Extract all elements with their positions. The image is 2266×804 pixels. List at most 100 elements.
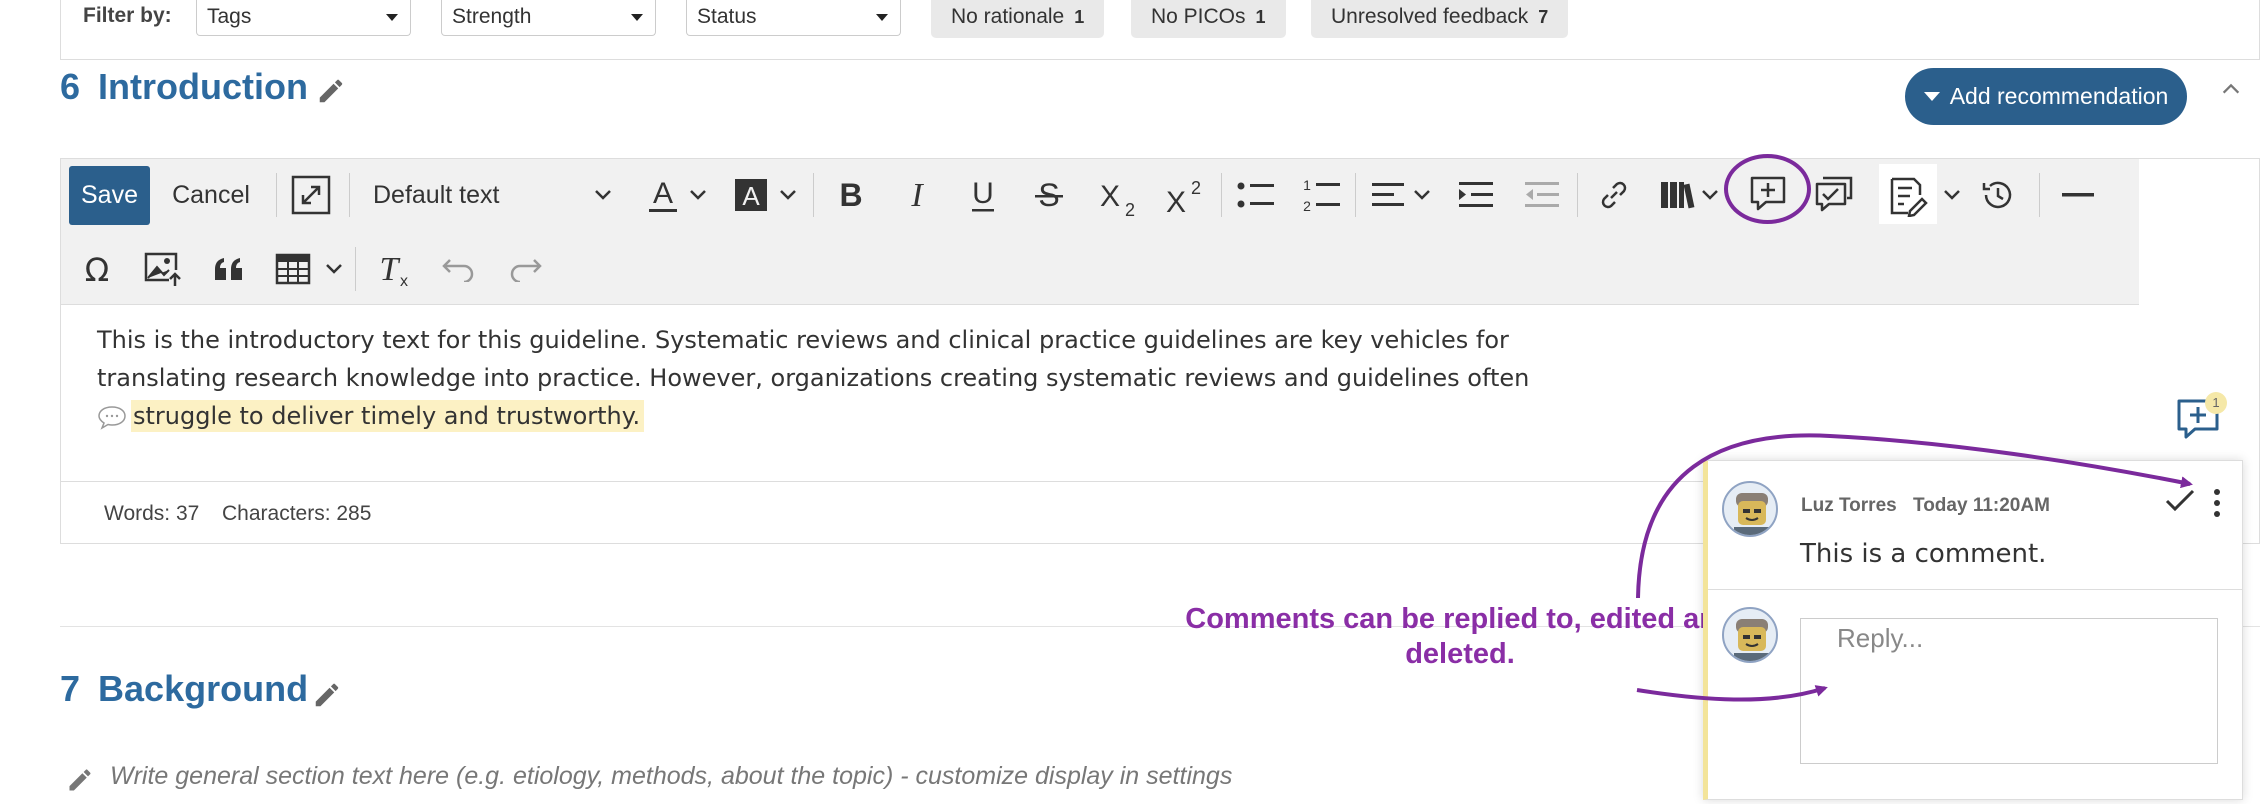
comment-panel: Luz Torres Today 11:20AM This is a comme…: [1703, 460, 2243, 800]
reply-input[interactable]: Reply...: [1800, 618, 2218, 764]
clear-formatting-icon[interactable]: Tx: [371, 247, 415, 291]
status-filter-select[interactable]: Status: [686, 0, 901, 36]
chip-label: No rationale: [951, 5, 1065, 28]
toolbar-divider: [349, 173, 350, 217]
caret-down-icon: [386, 14, 398, 21]
strikethrough-icon[interactable]: S: [1027, 173, 1071, 217]
svg-text:1: 1: [1303, 177, 1311, 193]
chip-count: 1: [1255, 7, 1266, 27]
cancel-button[interactable]: Cancel: [161, 166, 261, 225]
revision-history-icon[interactable]: [1975, 173, 2021, 217]
bold-icon[interactable]: B: [829, 173, 873, 217]
chevron-up-icon[interactable]: [2220, 78, 2242, 100]
comments-list-icon[interactable]: [1811, 171, 1857, 217]
no-rationale-filter-chip[interactable]: No rationale 1: [931, 0, 1105, 38]
text-align-icon[interactable]: [1365, 173, 1411, 217]
table-icon[interactable]: [271, 247, 315, 291]
strength-filter-value: Strength: [452, 5, 532, 28]
text-style-select[interactable]: Default text: [363, 166, 623, 225]
track-changes-icon[interactable]: [1883, 171, 1933, 221]
chevron-down-icon[interactable]: [779, 189, 797, 201]
svg-text:T: T: [380, 251, 401, 288]
comment-author: Luz Torres: [1801, 495, 1897, 516]
references-library-icon[interactable]: [1655, 173, 1701, 217]
caret-down-icon: [1923, 92, 1940, 101]
avatar: [1722, 607, 1778, 663]
comment-text: This is a comment.: [1800, 539, 2047, 569]
unresolved-feedback-filter-chip[interactable]: Unresolved feedback 7: [1311, 0, 1569, 38]
chip-label: Unresolved feedback: [1331, 5, 1529, 28]
filter-bar: Filter by: Tags Strength Status No ratio…: [60, 0, 2260, 60]
horizontal-line-icon[interactable]: [2055, 173, 2101, 217]
no-picos-filter-chip[interactable]: No PICOs 1: [1131, 0, 1286, 38]
undo-icon[interactable]: [437, 247, 481, 291]
blockquote-icon[interactable]: [207, 247, 251, 291]
svg-text:A: A: [742, 181, 760, 211]
chevron-down-icon[interactable]: [325, 263, 343, 275]
chevron-down-icon[interactable]: [1701, 189, 1719, 201]
filter-label: Filter by:: [83, 4, 172, 27]
subscript-icon[interactable]: X2: [1093, 173, 1143, 223]
toolbar-divider: [1355, 173, 1356, 217]
edit-pencil-icon[interactable]: [316, 76, 346, 106]
redo-icon[interactable]: [503, 247, 547, 291]
background-color-icon[interactable]: A: [729, 173, 773, 217]
comment-count-badge: 1: [2205, 392, 2227, 414]
svg-text:A: A: [653, 177, 673, 210]
font-color-icon[interactable]: A: [641, 173, 685, 217]
chevron-down-icon[interactable]: [689, 189, 707, 201]
comment-divider: [1708, 589, 2243, 590]
section-number: 6: [60, 66, 81, 107]
svg-text:X: X: [1166, 186, 1186, 219]
tags-filter-select[interactable]: Tags: [196, 0, 411, 36]
svg-text:2: 2: [1125, 200, 1135, 220]
commented-text-highlight[interactable]: struggle to deliver timely and trustwort…: [131, 400, 645, 432]
more-options-icon[interactable]: [2210, 487, 2224, 519]
status-filter-value: Status: [697, 5, 757, 28]
svg-text:I: I: [910, 177, 924, 213]
character-count: Characters: 285: [222, 502, 372, 525]
save-button[interactable]: Save: [69, 166, 150, 225]
toolbar-divider: [813, 173, 814, 217]
editor-content[interactable]: This is the introductory text for this g…: [97, 321, 1597, 435]
toolbar-divider: [355, 247, 356, 291]
highlight-circle: [1724, 154, 1811, 224]
toolbar-divider: [1221, 173, 1222, 217]
strength-filter-select[interactable]: Strength: [441, 0, 656, 36]
caret-down-icon: [631, 14, 643, 21]
caret-down-icon: [876, 14, 888, 21]
edit-pencil-icon[interactable]: [66, 766, 94, 794]
svg-text:2: 2: [1191, 178, 1201, 198]
superscript-icon[interactable]: X2: [1159, 173, 1209, 223]
link-icon[interactable]: [1591, 173, 1637, 217]
outdent-icon[interactable]: [1519, 173, 1565, 217]
svg-text:2: 2: [1303, 198, 1311, 214]
underline-icon[interactable]: U: [961, 173, 1005, 217]
resolve-check-icon[interactable]: [2164, 487, 2196, 515]
insert-image-icon[interactable]: [141, 247, 185, 291]
avatar: [1722, 481, 1778, 537]
svg-text:X: X: [1100, 180, 1120, 213]
fullscreen-icon[interactable]: [289, 173, 333, 217]
special-characters-icon[interactable]: Ω: [75, 247, 119, 291]
comment-marker-icon[interactable]: [97, 404, 127, 430]
numbered-list-icon[interactable]: 12: [1299, 173, 1345, 217]
editor-toolbar: Save Cancel Default text A A B I U S X 2…: [61, 154, 2139, 305]
indent-icon[interactable]: [1453, 173, 1499, 217]
toolbar-divider: [2039, 173, 2040, 217]
background-placeholder-text[interactable]: Write general section text here (e.g. et…: [110, 762, 1232, 791]
svg-text:Ω: Ω: [85, 252, 109, 286]
section-number: 7: [60, 668, 81, 709]
italic-icon[interactable]: I: [895, 173, 939, 217]
section-introduction-title: 6 Introduction: [60, 66, 308, 108]
section-name: Background: [98, 668, 309, 709]
edit-pencil-icon[interactable]: [312, 680, 342, 710]
chip-label: No PICOs: [1151, 5, 1246, 28]
chevron-down-icon[interactable]: [1943, 189, 1961, 201]
tags-filter-value: Tags: [207, 5, 252, 28]
comment-timestamp: Today 11:20AM: [1913, 495, 2050, 516]
bulleted-list-icon[interactable]: [1233, 173, 1279, 217]
svg-text:x: x: [400, 273, 408, 288]
add-recommendation-button[interactable]: Add recommendation: [1905, 68, 2187, 125]
chevron-down-icon[interactable]: [1413, 189, 1431, 201]
